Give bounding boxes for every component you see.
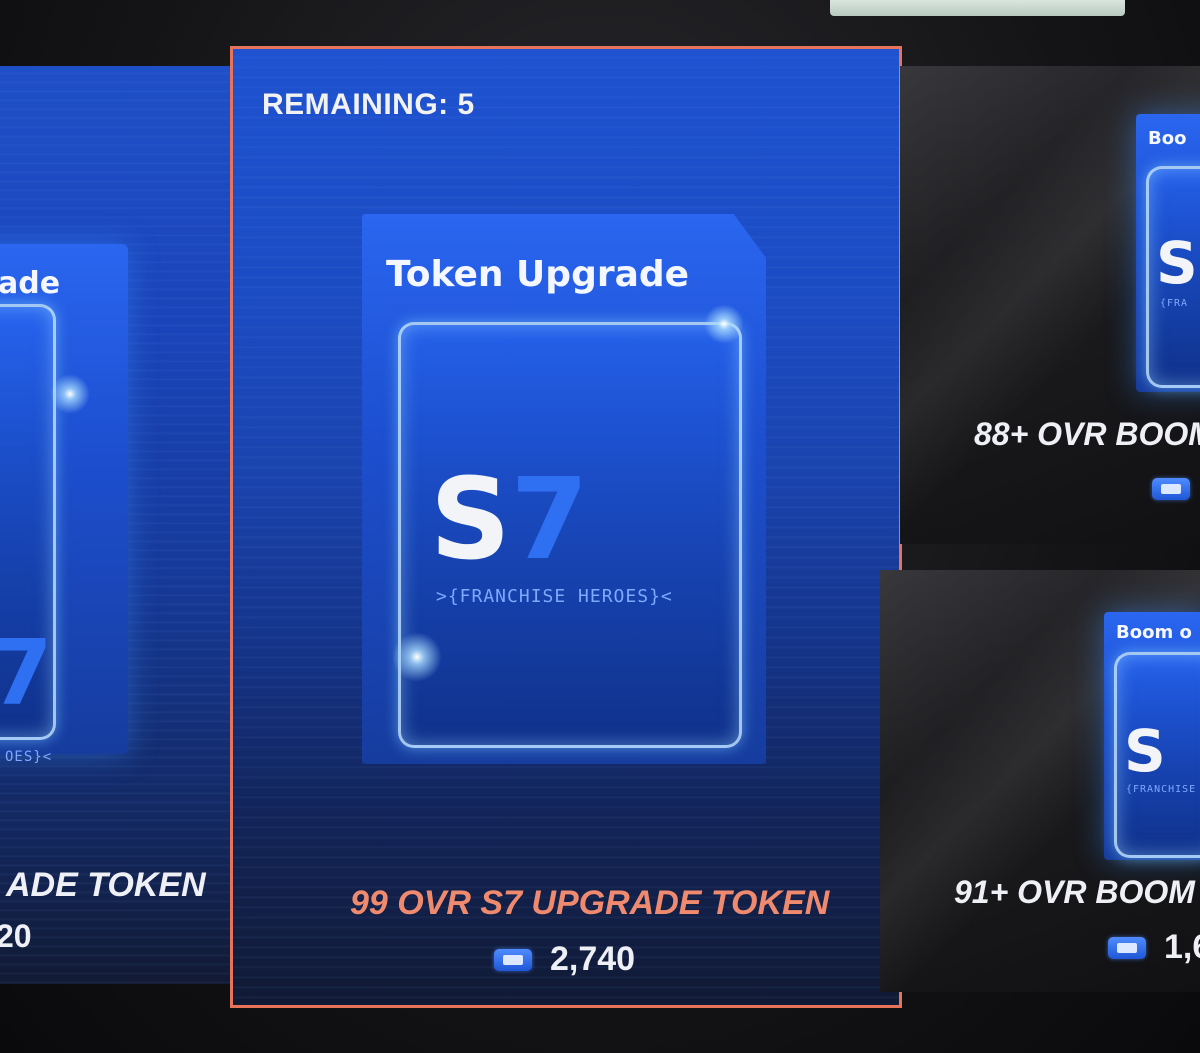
item-name: 99 OVR S7 UPGRADE TOKEN	[350, 884, 830, 922]
pack-s7-logo: S	[1156, 229, 1198, 297]
pack-subtitle: {FRANCHISE	[1126, 784, 1197, 795]
sparkle-icon	[704, 304, 744, 344]
store-item-card-right-bottom[interactable]: Boom o S {FRANCHISE 91+ OVR BOOM O 1,6	[880, 570, 1200, 992]
item-name: 88+ OVR BOOM	[974, 416, 1200, 452]
item-price: 1,6	[1164, 928, 1200, 966]
store-screen: ade 7 OES}< ADE TOKEN 20 REMAINING: 5 To…	[0, 0, 1200, 1053]
pack-title: ade	[0, 266, 61, 301]
sparkle-icon	[50, 374, 90, 414]
price-row: 2,740	[494, 940, 635, 979]
sparkle-icon	[392, 632, 442, 682]
item-name: 91+ OVR BOOM O	[954, 874, 1200, 910]
pack-art: Boo S {FRA	[1136, 114, 1200, 392]
pack-s7-logo: 7	[0, 621, 53, 726]
top-bar-strip	[830, 0, 1125, 16]
pack-s7-logo: S	[1124, 717, 1166, 785]
pack-art: ade 7 OES}<	[0, 244, 128, 765]
item-price: 2,740	[550, 940, 636, 978]
item-price: 20	[0, 918, 32, 954]
pack-subtitle: >{FRANCHISE HEROES}<	[436, 586, 673, 607]
store-item-card-left[interactable]: ade 7 OES}< ADE TOKEN 20	[0, 66, 250, 984]
remaining-count: REMAINING: 5	[262, 88, 475, 121]
price-row: 1,6	[1108, 928, 1200, 967]
pack-title: Boom o	[1116, 622, 1192, 643]
store-item-card-right-top[interactable]: Boo S {FRA 88+ OVR BOOM	[900, 66, 1200, 544]
vc-coin-icon	[1108, 936, 1146, 959]
pack-s7-logo: S7	[430, 455, 589, 585]
pack-art: Boom o S {FRANCHISE	[1104, 612, 1200, 860]
pack-subtitle: OES}<	[5, 749, 53, 765]
item-name: ADE TOKEN	[6, 866, 206, 904]
vc-coin-icon	[494, 948, 532, 971]
price-row	[1152, 478, 1190, 500]
pack-subtitle: {FRA	[1160, 298, 1189, 309]
pack-title: Token Upgrade	[386, 254, 690, 295]
pack-art: Token Upgrade S7 >{FRANCHISE HEROES}<	[362, 214, 766, 764]
vc-coin-icon	[1152, 478, 1190, 500]
pack-title: Boo	[1148, 128, 1187, 149]
